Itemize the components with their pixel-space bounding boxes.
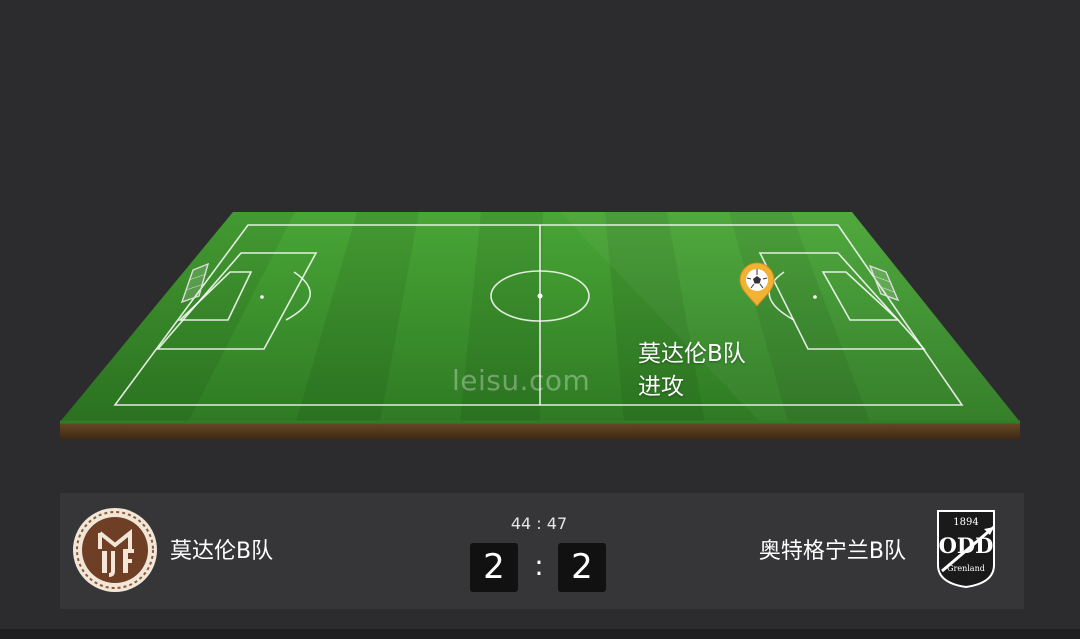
pitch-soil-edge — [60, 422, 1020, 440]
scoreboard: 莫达伦B队 44 : 47 2 : 2 奥特格宁兰B队 1894 ODD Gre… — [60, 493, 1024, 609]
match-clock: 44 : 47 — [510, 514, 568, 533]
score-separator: : — [534, 549, 544, 582]
right-penalty-spot — [813, 295, 817, 299]
pitch-area: leisu.com 莫达伦B队 进攻 — [0, 0, 1080, 460]
center-spot — [537, 293, 543, 299]
away-logo-sub: Grenland — [947, 564, 985, 573]
away-score: 2 — [558, 543, 606, 592]
attack-action: 进攻 — [638, 374, 684, 400]
away-logo-year: 1894 — [953, 517, 978, 528]
home-team-name: 莫达伦B队 — [170, 539, 274, 564]
left-penalty-spot — [260, 295, 264, 299]
attack-status: 莫达伦B队 进攻 — [638, 338, 746, 404]
away-logo-main: ODD — [939, 533, 994, 558]
attack-team-name: 莫达伦B队 — [638, 341, 746, 367]
home-team-logo — [73, 508, 157, 592]
bottom-edge — [0, 629, 1080, 639]
site-watermark: leisu.com — [452, 364, 591, 397]
home-score: 2 — [470, 543, 518, 592]
away-team-name: 奥特格宁兰B队 — [758, 539, 906, 564]
away-team-logo: 1894 ODD Grenland — [937, 510, 995, 589]
